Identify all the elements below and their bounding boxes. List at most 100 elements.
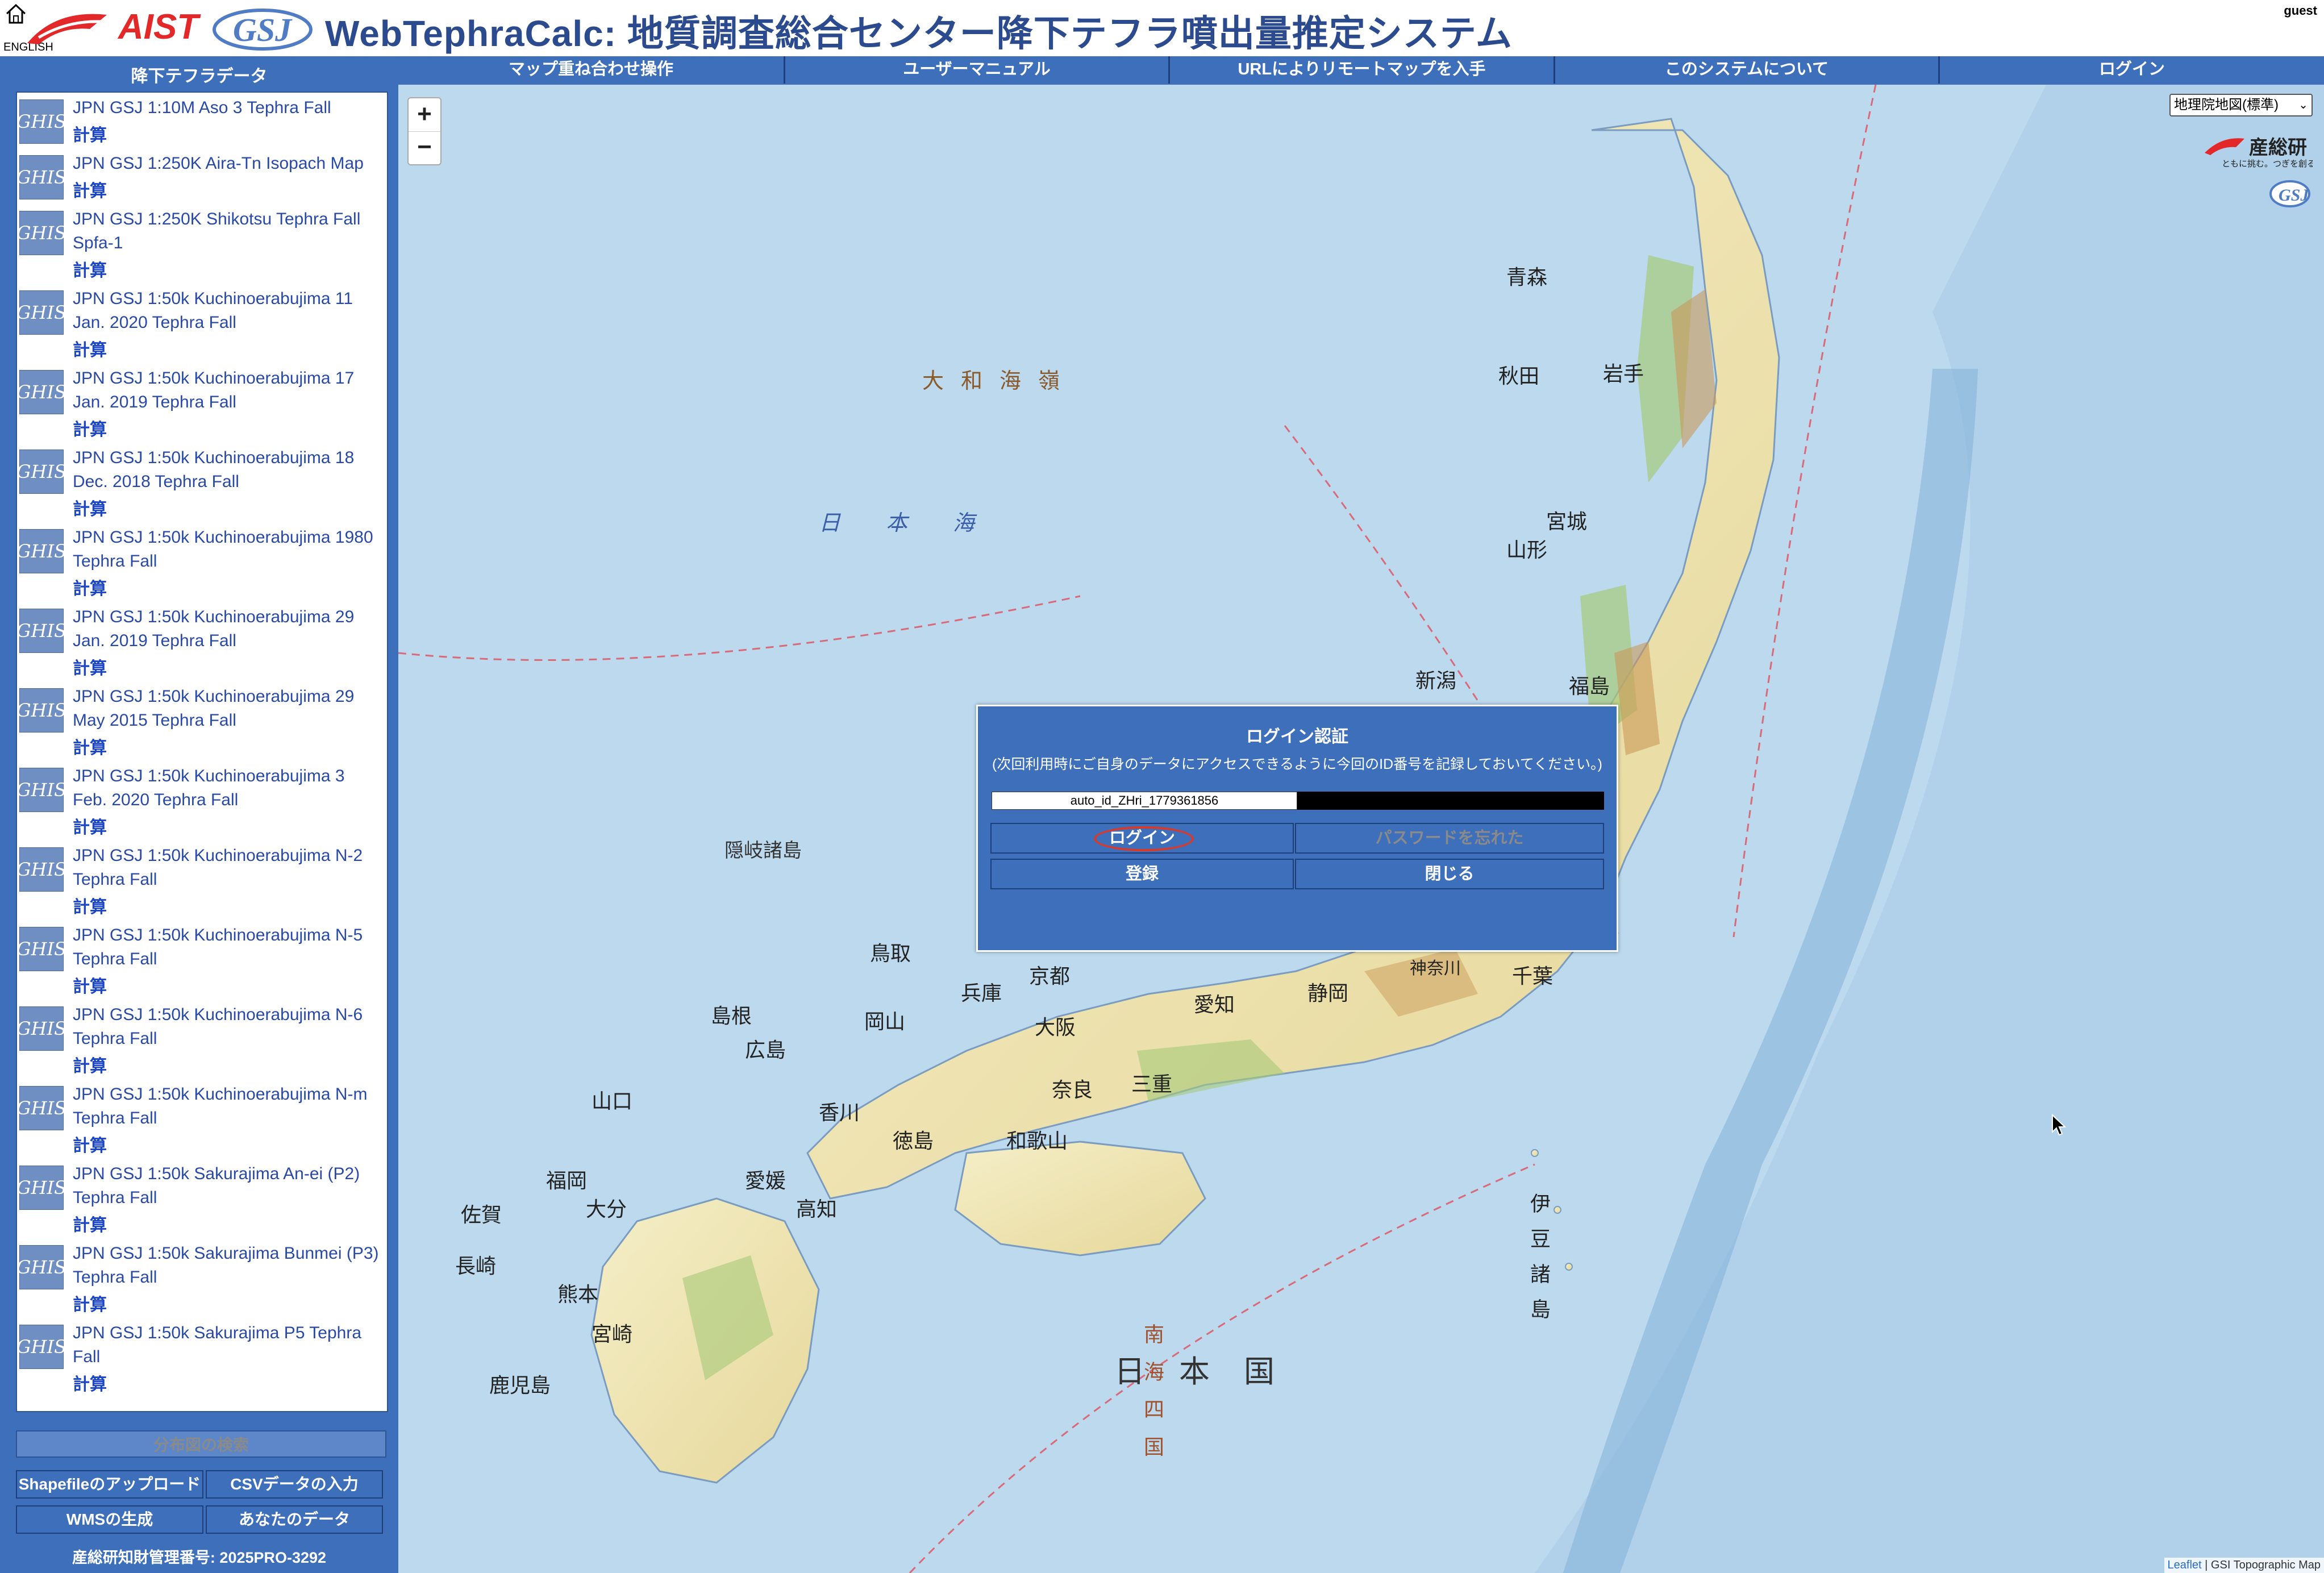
ghis-icon[interactable]: GHIS	[17, 927, 66, 971]
map-label-tokushima: 徳島	[893, 1130, 934, 1153]
calculate-link[interactable]: 計算	[73, 575, 107, 600]
ghis-icon[interactable]: GHIS	[17, 1325, 66, 1369]
nav-remote-map-url[interactable]: URLによりリモートマップを入手	[1170, 56, 1555, 84]
map-label-izu: 伊豆諸島	[1527, 1193, 1550, 1334]
zoom-control: + −	[407, 97, 442, 165]
sanso-logo-text: 産総研	[2249, 137, 2307, 159]
wms-generate-button[interactable]: WMSの生成	[16, 1505, 203, 1534]
search-distribution-button[interactable]: 分布図の検索	[16, 1430, 386, 1458]
ghis-icon[interactable]: GHIS	[17, 290, 66, 335]
map-label-miyagi: 宮城	[1546, 510, 1588, 534]
calculate-link[interactable]: 計算	[73, 177, 107, 202]
leaflet-link[interactable]: Leaflet	[2168, 1559, 2202, 1571]
calculate-link[interactable]: 計算	[73, 1131, 107, 1156]
tephra-data-name[interactable]: JPN GSJ 1:50k Kuchinoerabujima 29 May 20…	[73, 685, 380, 733]
forgot-password-button[interactable]: パスワードを忘れた	[1295, 823, 1604, 854]
csv-input-button[interactable]: CSVデータの入力	[206, 1470, 383, 1499]
map-label-iwate: 岩手	[1603, 363, 1644, 386]
nav-login[interactable]: ログイン	[1940, 56, 2324, 84]
tephra-data-name[interactable]: JPN GSJ 1:50k Kuchinoerabujima 29 Jan. 2…	[73, 605, 380, 653]
tephra-data-name[interactable]: JPN GSJ 1:10M Aso 3 Tephra Fall	[73, 96, 380, 120]
sidebar-title: 降下テフラデータ	[131, 67, 268, 86]
ghis-icon[interactable]: GHIS	[17, 99, 66, 144]
sidebar: 降下テフラデータ GHIS JPN GSJ 1:10M Aso 3 Tephra …	[0, 56, 398, 1573]
ghis-icon[interactable]: GHIS	[17, 211, 66, 255]
your-data-button[interactable]: あなたのデータ	[206, 1505, 383, 1534]
ghis-icon[interactable]: GHIS	[17, 450, 66, 494]
zoom-out-button[interactable]: −	[409, 131, 440, 164]
shapefile-upload-button[interactable]: Shapefileのアップロード	[16, 1470, 203, 1499]
ghis-icon[interactable]: GHIS	[17, 847, 66, 892]
app-title: WebTephraCalc: 地質調査総合センター降下テフラ噴出量推定システム	[325, 13, 1513, 54]
map-label-fukushima: 福島	[1569, 675, 1610, 698]
tephra-data-name[interactable]: JPN GSJ 1:50k Sakurajima P5 Tephra Fall	[73, 1321, 380, 1369]
map-label-okayama: 岡山	[864, 1010, 906, 1034]
calculate-link[interactable]: 計算	[73, 813, 107, 838]
tephra-data-name[interactable]: JPN GSJ 1:250K Aira-Tn Isopach Map	[73, 152, 380, 176]
calculate-link[interactable]: 計算	[73, 972, 107, 997]
tephra-data-list[interactable]: GHIS JPN GSJ 1:10M Aso 3 Tephra Fall 計算 GHI…	[16, 91, 388, 1412]
map-label-sea-japan: 日本海	[819, 511, 1021, 535]
map-label-yamagata: 山形	[1506, 539, 1548, 562]
ghis-icon[interactable]: GHIS	[17, 529, 66, 573]
aist-logo: AIST	[22, 3, 209, 51]
close-button[interactable]: 閉じる	[1295, 859, 1604, 889]
tephra-data-name[interactable]: JPN GSJ 1:50k Sakurajima Bunmei (P3) Tep…	[73, 1242, 380, 1289]
map-label-oita: 大分	[586, 1198, 627, 1221]
ghis-icon[interactable]: GHIS	[17, 155, 66, 199]
calculate-link[interactable]: 計算	[73, 495, 107, 520]
zoom-in-button[interactable]: +	[409, 98, 440, 132]
tephra-data-name[interactable]: JPN GSJ 1:50k Kuchinoerabujima N-m Tephr…	[73, 1083, 380, 1130]
tephra-data-name[interactable]: JPN GSJ 1:50k Kuchinoerabujima 17 Jan. 2…	[73, 367, 380, 414]
ghis-icon[interactable]: GHIS	[17, 1245, 66, 1289]
calculate-link[interactable]: 計算	[73, 734, 107, 759]
tephra-data-name[interactable]: JPN GSJ 1:50k Kuchinoerabujima 1980 Teph…	[73, 526, 380, 573]
dialog-title: ログイン認証	[1246, 727, 1348, 746]
login-button[interactable]: ログイン	[990, 823, 1294, 854]
calculate-link[interactable]: 計算	[73, 654, 107, 679]
map-label-yamato: 大和海嶺	[922, 368, 1077, 393]
ghis-icon[interactable]: GHIS	[17, 768, 66, 812]
nav-user-manual[interactable]: ユーザーマニュアル	[785, 56, 1170, 84]
tephra-data-name[interactable]: JPN GSJ 1:50k Kuchinoerabujima N-5 Tephr…	[73, 923, 380, 971]
nav-about-system[interactable]: このシステムについて	[1555, 56, 1940, 84]
calculate-link[interactable]: 計算	[73, 1052, 107, 1077]
user-id-field[interactable]: auto_id_ZHri_1779361856	[992, 792, 1297, 810]
aist-logo-text: AIST	[117, 7, 201, 47]
tephra-data-name[interactable]: JPN GSJ 1:250K Shikotsu Tephra Fall Spfa…	[73, 207, 380, 255]
header: ENGLISH AIST GSJ WebTephraCalc: 地質調査総合セン…	[0, 0, 2324, 56]
tephra-data-name[interactable]: JPN GSJ 1:50k Kuchinoerabujima 11 Jan. 2…	[73, 287, 380, 335]
calculate-link[interactable]: 計算	[73, 1211, 107, 1236]
map-label-kagawa: 香川	[819, 1101, 860, 1125]
tephra-data-name[interactable]: JPN GSJ 1:50k Kuchinoerabujima N-6 Tephr…	[73, 1003, 380, 1051]
map-label-tottori: 鳥取	[870, 942, 911, 966]
calculate-link[interactable]: 計算	[73, 256, 107, 281]
ghis-icon[interactable]: GHIS	[17, 609, 66, 653]
calculate-link[interactable]: 計算	[73, 1291, 107, 1316]
map-label-nara: 奈良	[1052, 1079, 1093, 1102]
tephra-data-name[interactable]: JPN GSJ 1:50k Kuchinoerabujima 18 Dec. 2…	[73, 446, 380, 494]
calculate-link[interactable]: 計算	[73, 415, 107, 440]
ghis-icon[interactable]: GHIS	[17, 1086, 66, 1130]
tephra-data-name[interactable]: JPN GSJ 1:50k Sakurajima An-ei (P2) Teph…	[73, 1162, 380, 1210]
ghis-icon[interactable]: GHIS	[17, 1006, 66, 1051]
ghis-icon[interactable]: GHIS	[17, 688, 66, 733]
basemap-select[interactable]: 地理院地図(標準) ⌄	[2169, 94, 2313, 116]
calculate-link[interactable]: 計算	[73, 121, 107, 146]
map-label-oki: 隠岐諸島	[724, 839, 802, 862]
nav-map-overlay[interactable]: マップ重ね合わせ操作	[398, 56, 785, 84]
register-button[interactable]: 登録	[990, 859, 1294, 889]
map-label-miyazaki: 宮崎	[592, 1323, 633, 1346]
ghis-icon[interactable]: GHIS	[17, 1166, 66, 1210]
mouse-cursor-icon	[2052, 1114, 2066, 1136]
password-field[interactable]	[1297, 792, 1604, 810]
tephra-data-name[interactable]: JPN GSJ 1:50k Kuchinoerabujima N-2 Tephr…	[73, 844, 380, 892]
calculate-link[interactable]: 計算	[73, 336, 107, 361]
ghis-icon[interactable]: GHIS	[17, 370, 66, 414]
calculate-link[interactable]: 計算	[73, 893, 107, 918]
tephra-data-name[interactable]: JPN GSJ 1:50k Kuchinoerabujima 3 Feb. 20…	[73, 764, 380, 812]
calculate-link[interactable]: 計算	[73, 1370, 107, 1395]
sanso-logo-subtext: ともに挑む。つぎを創る。	[2222, 159, 2313, 169]
map-label-hyogo: 兵庫	[961, 982, 1002, 1005]
map-label-kyoto: 京都	[1029, 965, 1071, 988]
